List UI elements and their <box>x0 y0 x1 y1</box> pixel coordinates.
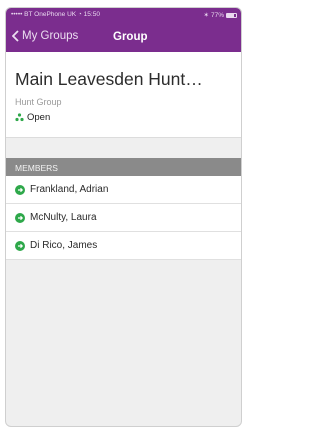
people-icon <box>15 113 24 122</box>
member-row-di-rico[interactable]: Di Rico, James <box>6 232 241 260</box>
group-header: Main Leavesden Hunt… Hunt Group Open <box>6 52 241 138</box>
group-status-label: Open <box>27 112 51 123</box>
navigation-bar: My Groups Group <box>6 22 241 52</box>
page-title: Group <box>113 31 148 43</box>
members-section-header: MEMBERS <box>6 158 241 176</box>
member-row-frankland[interactable]: Frankland, Adrian <box>6 176 241 204</box>
back-button[interactable]: My Groups <box>12 30 78 42</box>
available-status-icon <box>15 184 25 195</box>
member-name: Frankland, Adrian <box>30 184 109 195</box>
battery-icon <box>226 12 237 18</box>
available-status-icon <box>15 240 25 251</box>
available-status-icon <box>15 212 25 223</box>
member-row-mcnulty[interactable]: McNulty, Laura <box>6 204 241 232</box>
carrier-label: ••••• BT OnePhone UK <box>11 11 77 18</box>
back-button-label: My Groups <box>22 30 79 42</box>
group-type-label: Hunt Group <box>15 97 62 107</box>
group-name: Main Leavesden Hunt… <box>15 69 203 89</box>
phone-screen: ••••• BT OnePhone UK ◔ 15:50 ✶ 77% My Gr… <box>5 7 242 427</box>
battery-percent: 77% <box>210 11 224 19</box>
wifi-icon: ◔ <box>77 11 82 18</box>
member-name: McNulty, Laura <box>30 212 97 223</box>
member-name: Di Rico, James <box>30 240 98 251</box>
status-bar: ••••• BT OnePhone UK ◔ 15:50 ✶ 77% <box>6 8 241 22</box>
bluetooth-icon: ✶ <box>203 12 209 19</box>
status-time: 15:50 <box>83 11 100 18</box>
group-status: Open <box>15 112 50 123</box>
chevron-left-icon <box>12 30 19 42</box>
